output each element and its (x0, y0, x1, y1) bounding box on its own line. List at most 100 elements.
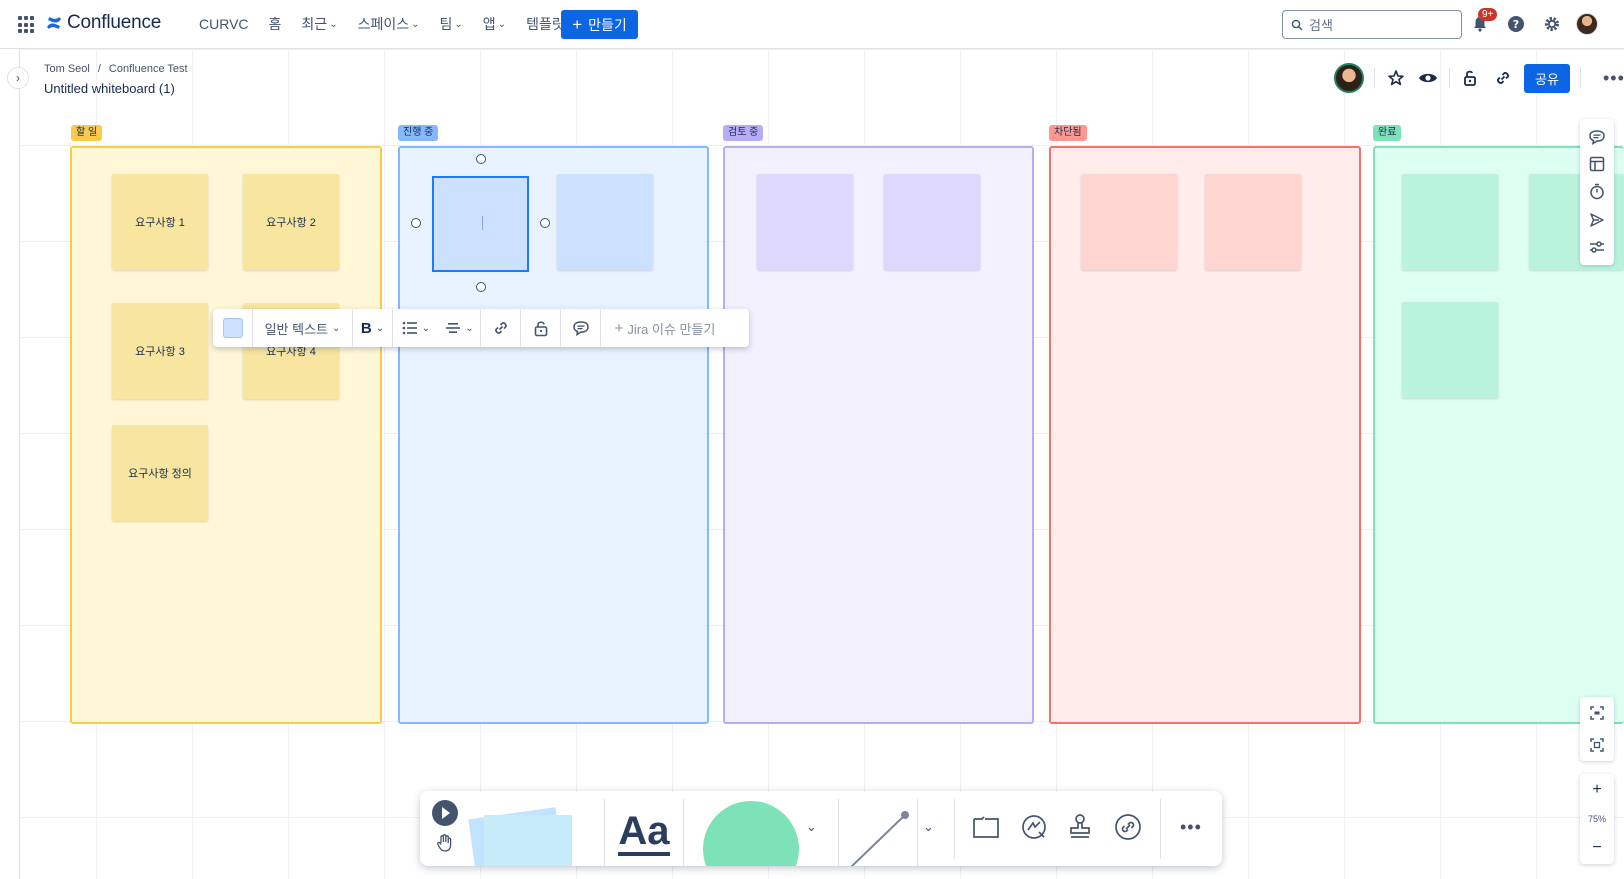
settings-button[interactable] (1540, 12, 1564, 36)
more-tools-button[interactable]: ••• (1180, 817, 1202, 838)
select-tool-button[interactable] (431, 799, 459, 832)
text-style-label: 일반 텍스트 (264, 321, 329, 337)
frame-tool-button[interactable] (973, 815, 999, 844)
share-button[interactable]: 공유 (1524, 63, 1570, 93)
sticky-note[interactable] (757, 174, 853, 270)
divider (1160, 799, 1161, 859)
help-button[interactable]: ? (1504, 12, 1528, 36)
sliders-icon (1590, 241, 1604, 253)
restrictions-button[interactable] (1460, 67, 1482, 89)
link-tool-button[interactable] (1114, 813, 1142, 846)
breadcrumb-item-space[interactable]: Confluence Test (109, 63, 188, 75)
main-nav: CURVC 홈 최근 ⌄ 스페이스 ⌄ 팀 ⌄ 앱 ⌄ 템플릿 (195, 14, 569, 34)
sticky-note[interactable]: 요구사항 3 (112, 303, 208, 399)
page-title[interactable]: Untitled whiteboard (1) (44, 81, 175, 96)
notifications-button[interactable]: 9+ (1468, 8, 1498, 36)
sticky-note-tool-button[interactable] (468, 805, 572, 866)
sidebar-collapsed (0, 49, 20, 879)
line-options-chevron[interactable]: ⌄ (923, 819, 934, 835)
connector-handle-left[interactable] (411, 218, 421, 228)
column-tag-done[interactable]: 완료 (1373, 125, 1402, 141)
zoom-out-button[interactable]: − (1592, 839, 1601, 857)
nav-label: 팀 (439, 16, 453, 32)
hand-tool-button[interactable] (435, 833, 455, 858)
smart-sparkle-icon (1022, 815, 1046, 839)
sticky-note[interactable]: 요구사항 정의 (112, 425, 208, 521)
search-icon (1291, 19, 1303, 30)
sticky-note[interactable] (1402, 174, 1498, 270)
collaborator-avatar[interactable] (1334, 63, 1364, 93)
lock-button[interactable] (521, 309, 561, 347)
sticky-note[interactable] (1402, 302, 1498, 398)
nav-item-teams[interactable]: 팀 ⌄ (436, 14, 467, 34)
breadcrumb-item-user[interactable]: Tom Seol (44, 63, 90, 75)
comments-panel-button[interactable] (1586, 126, 1608, 148)
copy-link-button[interactable] (1492, 67, 1514, 89)
profile-avatar[interactable] (1576, 13, 1598, 35)
follow-button[interactable] (1586, 209, 1608, 231)
nav-item-spaces[interactable]: 스페이스 ⌄ (354, 14, 424, 34)
sticky-note[interactable] (884, 174, 980, 270)
nav-label: 템플릿 (526, 16, 565, 32)
sticky-stack-front (484, 815, 572, 866)
text-tool-button[interactable]: Aa (604, 799, 684, 866)
alignment-button[interactable]: ⌄ (439, 309, 481, 347)
confluence-logo[interactable]: Confluence (46, 12, 161, 34)
bold-button[interactable]: B ⌄ (353, 309, 393, 347)
sticky-note[interactable]: 요구사항 2 (243, 174, 339, 270)
create-button[interactable]: + 만들기 (561, 10, 638, 39)
sticky-note[interactable] (1205, 174, 1301, 270)
column-tag-review[interactable]: 검토 중 (723, 125, 764, 141)
zoom-level[interactable]: 75% (1588, 814, 1606, 824)
hand-icon (437, 834, 452, 852)
more-actions-button[interactable]: ••• (1603, 68, 1624, 89)
list-button[interactable]: ⌄ (393, 309, 439, 347)
nav-item-curvc[interactable]: CURVC (195, 14, 253, 34)
top-navigation: Confluence CURVC 홈 최근 ⌄ 스페이스 ⌄ 팀 ⌄ 앱 ⌄ 템플릿 +… (0, 0, 1624, 49)
comment-icon (1589, 130, 1605, 145)
shape-tool-button[interactable] (703, 801, 799, 866)
watch-button[interactable] (1417, 67, 1439, 89)
app-switcher-icon[interactable] (18, 16, 36, 34)
star-button[interactable] (1385, 67, 1407, 89)
nav-item-apps[interactable]: 앱 ⌄ (479, 14, 510, 34)
connector-handle-bottom[interactable] (476, 282, 486, 292)
nav-item-home[interactable]: 홈 (265, 14, 286, 34)
color-swatch (222, 318, 243, 338)
nav-item-recent[interactable]: 최근 ⌄ (297, 14, 341, 34)
color-picker-button[interactable] (213, 309, 253, 347)
plus-icon: + (614, 319, 624, 337)
zoom-to-selection-button[interactable] (1586, 734, 1608, 756)
cursor-icon (432, 800, 458, 826)
connector-handle-right[interactable] (540, 218, 550, 228)
stamp-tool-button[interactable] (1067, 813, 1093, 846)
expand-sidebar-button[interactable]: › (7, 67, 29, 89)
link-button[interactable] (481, 309, 521, 347)
comment-button[interactable] (561, 309, 601, 347)
stamp-icon (1070, 814, 1090, 838)
fit-to-screen-button[interactable] (1586, 702, 1608, 724)
jira-issue-label: Jira 이슈 만들기 (627, 321, 716, 337)
breadcrumb-separator: / (97, 63, 101, 75)
shape-options-chevron[interactable]: ⌄ (806, 819, 817, 835)
sticky-note[interactable] (557, 174, 653, 270)
board-settings-button[interactable] (1586, 236, 1608, 258)
create-jira-issue-button[interactable]: + Jira 이슈 만들기 (601, 309, 729, 347)
smart-tool-button[interactable] (1020, 813, 1048, 846)
column-tag-blocked[interactable]: 차단됨 (1049, 125, 1087, 141)
column-tag-todo[interactable]: 할 일 (71, 125, 103, 141)
sticky-note[interactable]: 요구사항 1 (112, 174, 208, 270)
nav-label: 홈 (268, 16, 282, 32)
templates-button[interactable] (1586, 153, 1608, 175)
search-input[interactable]: 검색 (1282, 10, 1462, 39)
sticky-note[interactable] (1081, 174, 1177, 270)
text-cursor (482, 216, 483, 230)
timer-button[interactable] (1586, 181, 1608, 203)
connector-handle-top[interactable] (476, 154, 486, 164)
plus-icon: + (572, 15, 583, 34)
text-style-dropdown[interactable]: 일반 텍스트 ⌄ (253, 309, 353, 347)
chevron-right-icon: › (16, 71, 20, 85)
column-tag-in-progress[interactable]: 진행 중 (398, 125, 439, 141)
line-tool-button[interactable] (838, 799, 918, 866)
zoom-in-button[interactable]: + (1592, 781, 1601, 799)
